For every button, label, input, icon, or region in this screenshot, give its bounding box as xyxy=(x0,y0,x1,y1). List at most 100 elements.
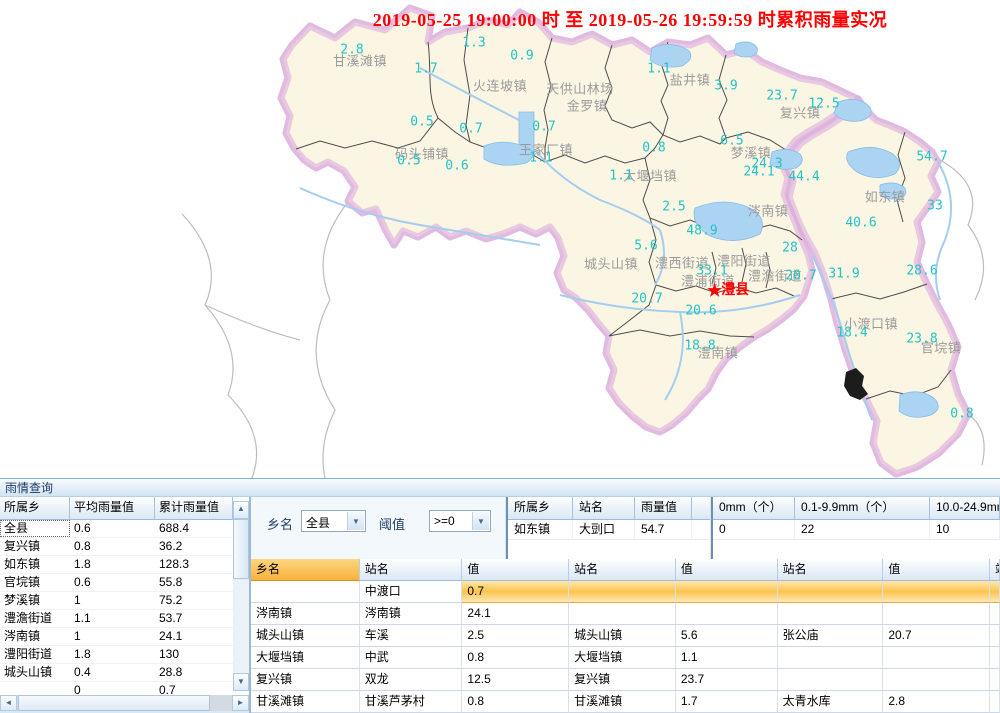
cell: 75.2 xyxy=(155,592,233,609)
chevron-down-icon[interactable]: ▼ xyxy=(347,512,364,530)
column-header[interactable]: 雨量值 xyxy=(635,497,692,519)
table-row[interactable]: 02210 xyxy=(713,520,1000,540)
scroll-left-button[interactable]: ◄ xyxy=(0,695,17,711)
table-row[interactable]: 如东镇大剅口54.7 xyxy=(508,520,710,540)
threshold-select[interactable]: >=0 ▼ xyxy=(429,510,491,532)
column-header[interactable]: 站名 xyxy=(573,497,635,519)
table-row[interactable]: 复兴镇0.836.2 xyxy=(0,538,249,556)
arrow-down-icon: ▼ xyxy=(237,677,245,686)
rain-value-label: 18.8 xyxy=(684,339,715,354)
cell: 0.6 xyxy=(70,574,155,591)
table-header: 0mm（个）0.1-9.9mm（个）10.0-24.9mm（个） xyxy=(713,497,1000,520)
cell xyxy=(990,603,1000,625)
rain-value-label: 18.4 xyxy=(836,326,867,341)
town-label: 盐井镇 xyxy=(670,70,711,89)
rain-value-label: 2.8 xyxy=(340,43,363,58)
rain-query-panel: 雨情查询 所属乡平均雨量值累计雨量值 全县0.6688.4复兴镇0.836.2如… xyxy=(0,478,1000,713)
cell: 全县 xyxy=(0,520,70,537)
table-row[interactable]: 涔南镇涔南镇24.1 xyxy=(251,603,1000,625)
cell xyxy=(990,581,1000,603)
chevron-down-icon[interactable]: ▼ xyxy=(472,512,489,530)
column-header[interactable]: 值 xyxy=(676,559,778,581)
scroll-right-button[interactable]: ► xyxy=(232,695,249,711)
cell: 澧澹街道 xyxy=(0,610,70,627)
cell: 688.4 xyxy=(155,520,233,537)
map-title: 2019-05-25 19:00:00 时 至 2019-05-26 19:59… xyxy=(373,6,887,32)
cell: 张公庙 xyxy=(778,625,884,647)
town-select[interactable]: 全县 ▼ xyxy=(301,510,366,532)
cell xyxy=(990,625,1000,647)
rain-value-label: 20.7 xyxy=(631,292,662,307)
cell: 涔南镇 xyxy=(251,603,360,625)
rain-value-label: 0.7 xyxy=(532,120,555,135)
column-header[interactable]: 乡名 xyxy=(251,559,360,581)
table-row[interactable]: 复兴镇双龙12.5复兴镇23.7 xyxy=(251,669,1000,691)
table-row[interactable]: 澧澹街道1.153.7 xyxy=(0,610,249,628)
horizontal-scrollbar-thumb[interactable] xyxy=(18,695,210,711)
column-header[interactable]: 站名 xyxy=(990,559,1000,581)
column-header[interactable]: 值 xyxy=(462,559,569,581)
table-row[interactable]: 梦溪镇175.2 xyxy=(0,592,249,610)
cell: 1.1 xyxy=(70,610,155,627)
cell: 如东镇 xyxy=(508,520,573,539)
column-header[interactable]: 累计雨量值 xyxy=(155,497,233,519)
rain-value-label: 23.7 xyxy=(766,89,797,104)
table-row[interactable]: 澧阳街道1.8130 xyxy=(0,646,249,664)
rain-value-label: 5.6 xyxy=(634,239,657,254)
rain-value-label: 33.1 xyxy=(696,264,727,279)
table-header: 所属乡站名雨量值 xyxy=(508,497,710,520)
cell xyxy=(778,647,884,669)
cell: 大堰垱镇 xyxy=(251,647,360,669)
cell: 1.1 xyxy=(676,647,778,669)
table-row[interactable]: 甘溪滩镇甘溪芦茅村0.8甘溪滩镇1.7太青水库2.8 xyxy=(251,691,1000,713)
rain-value-label: 23.8 xyxy=(906,332,937,347)
town-label: 涔南镇 xyxy=(748,201,789,220)
table-row[interactable]: 官垸镇0.655.8 xyxy=(0,574,249,592)
column-header[interactable]: 0.1-9.9mm（个） xyxy=(795,497,930,519)
cell xyxy=(990,647,1000,669)
rain-value-label: 6.5 xyxy=(720,134,743,149)
column-header[interactable]: 值 xyxy=(883,559,990,581)
column-header[interactable]: 所属乡 xyxy=(0,497,70,519)
cell: 中武 xyxy=(360,647,463,669)
cell: 城头山镇 xyxy=(569,625,676,647)
rain-value-label: 31.9 xyxy=(828,267,859,282)
cell: 大堰垱镇 xyxy=(569,647,676,669)
rain-value-label: 20.6 xyxy=(685,304,716,319)
cell: 0.6 xyxy=(70,520,155,537)
vertical-scrollbar-thumb[interactable] xyxy=(233,519,249,579)
column-header[interactable]: 站名 xyxy=(778,559,884,581)
table-row[interactable]: 如东镇1.8128.3 xyxy=(0,556,249,574)
cell xyxy=(676,581,778,603)
table-row[interactable]: 中渡口0.7 xyxy=(251,581,1000,603)
column-header[interactable]: 平均雨量值 xyxy=(70,497,155,519)
star-icon: ★ xyxy=(707,281,722,300)
cell: 0.8 xyxy=(462,691,569,713)
table-row[interactable]: 大堰垱镇中武0.8大堰垱镇1.1 xyxy=(251,647,1000,669)
column-header[interactable]: 站名 xyxy=(569,559,676,581)
township-summary-table: 所属乡平均雨量值累计雨量值 全县0.6688.4复兴镇0.836.2如东镇1.8… xyxy=(0,497,249,695)
town-label: 火连坡镇 xyxy=(473,76,527,95)
table-row[interactable]: 涔南镇124.1 xyxy=(0,628,249,646)
table-row[interactable]: 城头山镇车溪2.5城头山镇5.6张公庙20.7 xyxy=(251,625,1000,647)
town-label: 金罗镇 xyxy=(567,96,608,115)
scroll-up-button[interactable]: ▲ xyxy=(233,501,249,519)
rain-value-label: 0.6 xyxy=(445,159,468,174)
rain-value-label: 0.8 xyxy=(950,407,973,422)
rain-value-label: 20.7 xyxy=(785,269,816,284)
cell: 23.7 xyxy=(676,669,778,691)
table-row[interactable]: 全县0.6688.4 xyxy=(0,520,249,538)
scroll-down-button[interactable]: ▼ xyxy=(233,673,249,691)
table-row[interactable]: 城头山镇0.428.8 xyxy=(0,664,249,682)
column-header[interactable]: 站名 xyxy=(360,559,463,581)
cell: 0.8 xyxy=(70,538,155,555)
column-header[interactable]: 所属乡 xyxy=(508,497,573,519)
rainfall-map: 2019-05-25 19:00:00 时 至 2019-05-26 19:59… xyxy=(0,0,1000,478)
arrow-up-icon: ▲ xyxy=(237,504,245,513)
column-header[interactable]: 10.0-24.9mm（个） xyxy=(930,497,1000,519)
cell: 甘溪滩镇 xyxy=(569,691,676,713)
rain-value-label: 3.9 xyxy=(714,79,737,94)
town-select-value: 全县 xyxy=(306,514,330,531)
rain-value-label: 1.1 xyxy=(647,62,670,77)
column-header[interactable]: 0mm（个） xyxy=(713,497,795,519)
